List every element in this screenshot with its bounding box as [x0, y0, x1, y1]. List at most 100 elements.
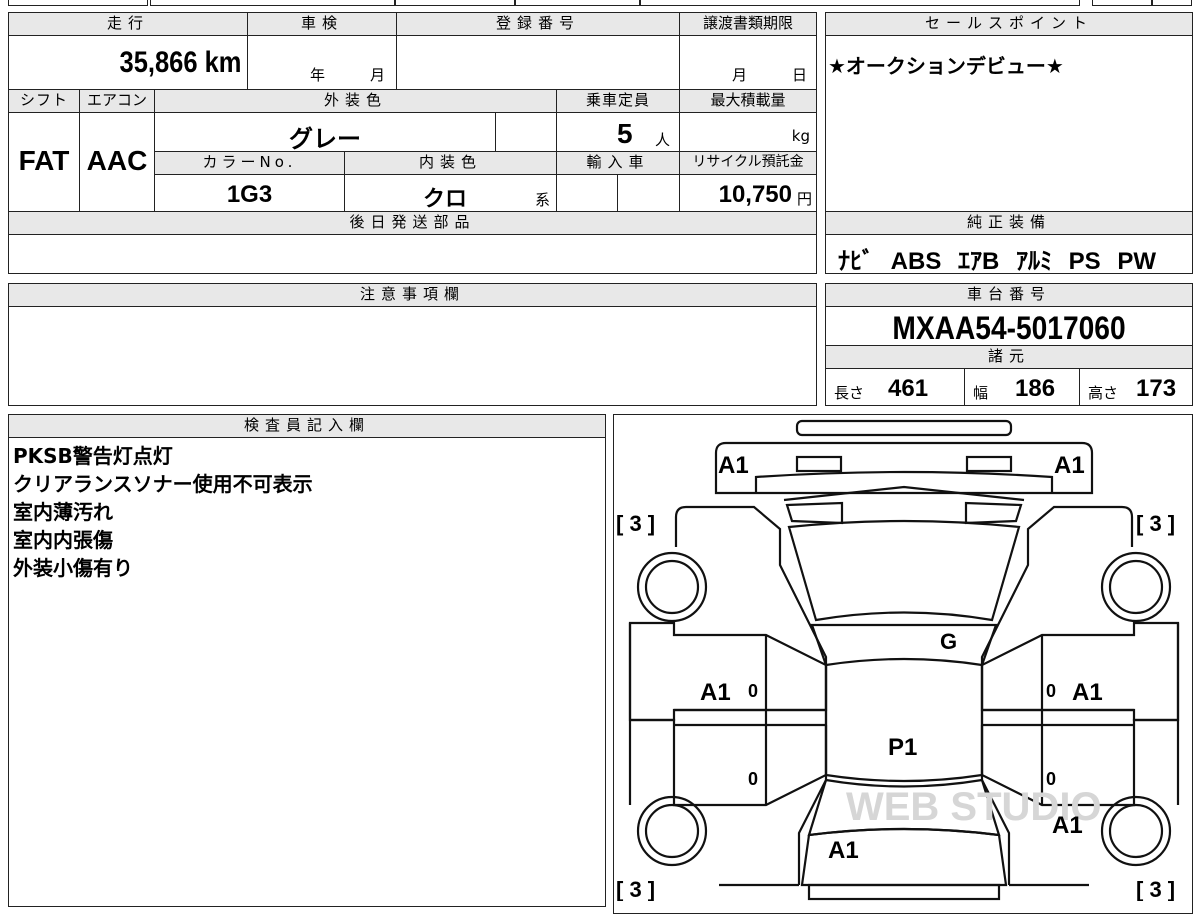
inspector-line: 室内薄汚れ — [13, 500, 113, 524]
mark-wheel-fl: [ 3 ] — [616, 511, 655, 536]
mark-zero: 0 — [748, 769, 758, 789]
top-strip-cell — [640, 0, 1080, 6]
headlamp-left — [785, 501, 844, 525]
spec-width-value: 186 — [1015, 375, 1056, 402]
transfer-month-unit: 月 — [732, 66, 748, 84]
exterior-color-value: グレー — [289, 126, 361, 152]
max-load-cell: kg — [679, 112, 817, 152]
shift-cell: FAT — [8, 112, 80, 212]
import-cell-a — [556, 174, 618, 212]
mark-wheel-rr: [ 3 ] — [1136, 877, 1175, 901]
interior-color-value: クロ — [423, 186, 468, 211]
inspector-line: 外装小傷有り — [13, 556, 133, 580]
mark-zero: 0 — [1046, 681, 1056, 701]
recycle-fee-value: 10,750 — [718, 181, 792, 208]
color-no-value: 1G3 — [226, 181, 273, 208]
later-parts-cell — [8, 234, 817, 274]
capacity-header: 乗車定員 — [556, 89, 680, 113]
roof-outline — [824, 657, 984, 783]
transfer-deadline-cell: 月 日 — [679, 35, 817, 90]
mark-zero: 0 — [748, 681, 758, 701]
wheel-rear-right-outer — [1100, 795, 1172, 867]
top-strip-cell — [1092, 0, 1152, 6]
inspector-lines: PKSB警告灯点灯 クリアランスソナー使用不可表示 室内薄汚れ 室内内張傷 外装… — [13, 442, 313, 582]
top-strip-cell — [515, 0, 640, 6]
exterior-color-extra-cell — [495, 112, 557, 152]
front-plate-outline — [795, 419, 1013, 437]
color-no-header: カラーNo. — [154, 151, 345, 175]
spec-length-value: 461 — [888, 375, 929, 402]
sales-point-header: セールスポイント — [825, 12, 1193, 36]
headlamp-right — [964, 501, 1023, 525]
mark-door-left: A1 — [700, 679, 731, 706]
mileage-value: 35,866 km — [119, 46, 241, 79]
wheel-front-left-outer — [636, 551, 708, 623]
mark-front-right: A1 — [1054, 452, 1085, 479]
mileage-cell: 35,866 km — [8, 35, 248, 90]
aircon-header: エアコン — [79, 89, 155, 113]
later-parts-header: 後日発送部品 — [8, 211, 817, 235]
car-diagram-frame: WEB STUDIO A1 A1 [ 3 ] [ 3 ] [ 3 ] [ 3 ]… — [613, 414, 1193, 914]
capacity-cell: 5 人 — [556, 112, 680, 152]
spec-height-value: 173 — [1136, 375, 1177, 402]
genuine-equipment-text: ﾅﾋﾞ ABS ｴｱB ｱﾙﾐ PS PW — [838, 248, 1157, 274]
interior-color-header: 内装色 — [344, 151, 557, 175]
mark-zero: 0 — [1046, 769, 1056, 789]
mark-roof: P1 — [888, 734, 917, 761]
capacity-unit: 人 — [655, 131, 671, 149]
sales-point-text: ★オークションデビュー★ — [828, 54, 1064, 78]
inspection-year-unit: 年 — [310, 66, 326, 84]
shift-header: シフト — [8, 89, 80, 113]
inspector-cell: PKSB警告灯点灯 クリアランスソナー使用不可表示 室内薄汚れ 室内内張傷 外装… — [8, 437, 606, 907]
front-bumper-outline — [714, 441, 1094, 495]
interior-color-cell: クロ 系 — [344, 174, 557, 212]
interior-color-suffix: 系 — [535, 191, 551, 209]
windshield-outline — [787, 519, 1021, 622]
mark-wheel-fr: [ 3 ] — [1136, 511, 1175, 536]
hood-edge — [754, 470, 1054, 493]
mark-windshield: G — [940, 629, 957, 654]
rear-bumper-outline — [807, 883, 1001, 901]
spec-length-label: 長さ — [834, 384, 865, 402]
mark-door-right: A1 — [1072, 679, 1103, 706]
spec-height-label: 高さ — [1088, 384, 1119, 402]
chassis-cell: MXAA54-5017060 — [825, 306, 1193, 346]
spec-height-cell: 高さ 173 — [1079, 368, 1193, 406]
capacity-value: 5 — [617, 118, 633, 149]
registration-header: 登録番号 — [396, 12, 680, 36]
chassis-header: 車台番号 — [825, 283, 1193, 307]
max-load-unit: kg — [791, 127, 810, 145]
import-header: 輸入車 — [556, 151, 680, 175]
registration-cell — [396, 35, 680, 90]
exterior-color-header: 外装色 — [154, 89, 557, 113]
wheel-front-right-inner — [1108, 559, 1164, 615]
recycle-fee-unit: 円 — [796, 190, 812, 208]
exterior-color-cell: グレー — [154, 112, 496, 152]
specs-header: 諸元 — [825, 345, 1193, 369]
max-load-header: 最大積載量 — [679, 89, 817, 113]
car-diagram: WEB STUDIO A1 A1 [ 3 ] [ 3 ] [ 3 ] [ 3 ]… — [616, 419, 1180, 901]
wheel-rear-left-outer — [636, 795, 708, 867]
chassis-value: MXAA54-5017060 — [892, 310, 1126, 346]
mark-rear-right: A1 — [1052, 812, 1083, 839]
top-strip-cell — [150, 0, 395, 6]
top-strip-cell — [8, 0, 148, 6]
wheel-rear-right-inner — [1108, 803, 1164, 859]
transfer-deadline-header: 譲渡書類期限 — [679, 12, 817, 36]
rear-door-left — [630, 718, 828, 807]
genuine-equipment-cell: ﾅﾋﾞ ABS ｴｱB ｱﾙﾐ PS PW — [825, 234, 1193, 274]
inspection-cell: 年 月 — [247, 35, 397, 90]
recycle-fee-header: リサイクル預託金 — [679, 151, 817, 175]
wheel-rear-left-inner — [644, 803, 700, 859]
notes-header: 注意事項欄 — [8, 283, 817, 307]
recycle-fee-cell: 10,750 円 — [679, 174, 817, 212]
mileage-header: 走行 — [8, 12, 248, 36]
inspector-line: クリアランスソナー使用不可表示 — [13, 472, 313, 496]
inspector-line: PKSB警告灯点灯 — [13, 444, 173, 468]
color-no-cell: 1G3 — [154, 174, 345, 212]
inspector-line: 室内内張傷 — [13, 528, 113, 552]
wheel-front-left-inner — [644, 559, 700, 615]
inspection-month-unit: 月 — [370, 66, 386, 84]
fog-lamp-right — [965, 455, 1013, 473]
mark-wheel-rl: [ 3 ] — [616, 877, 655, 901]
